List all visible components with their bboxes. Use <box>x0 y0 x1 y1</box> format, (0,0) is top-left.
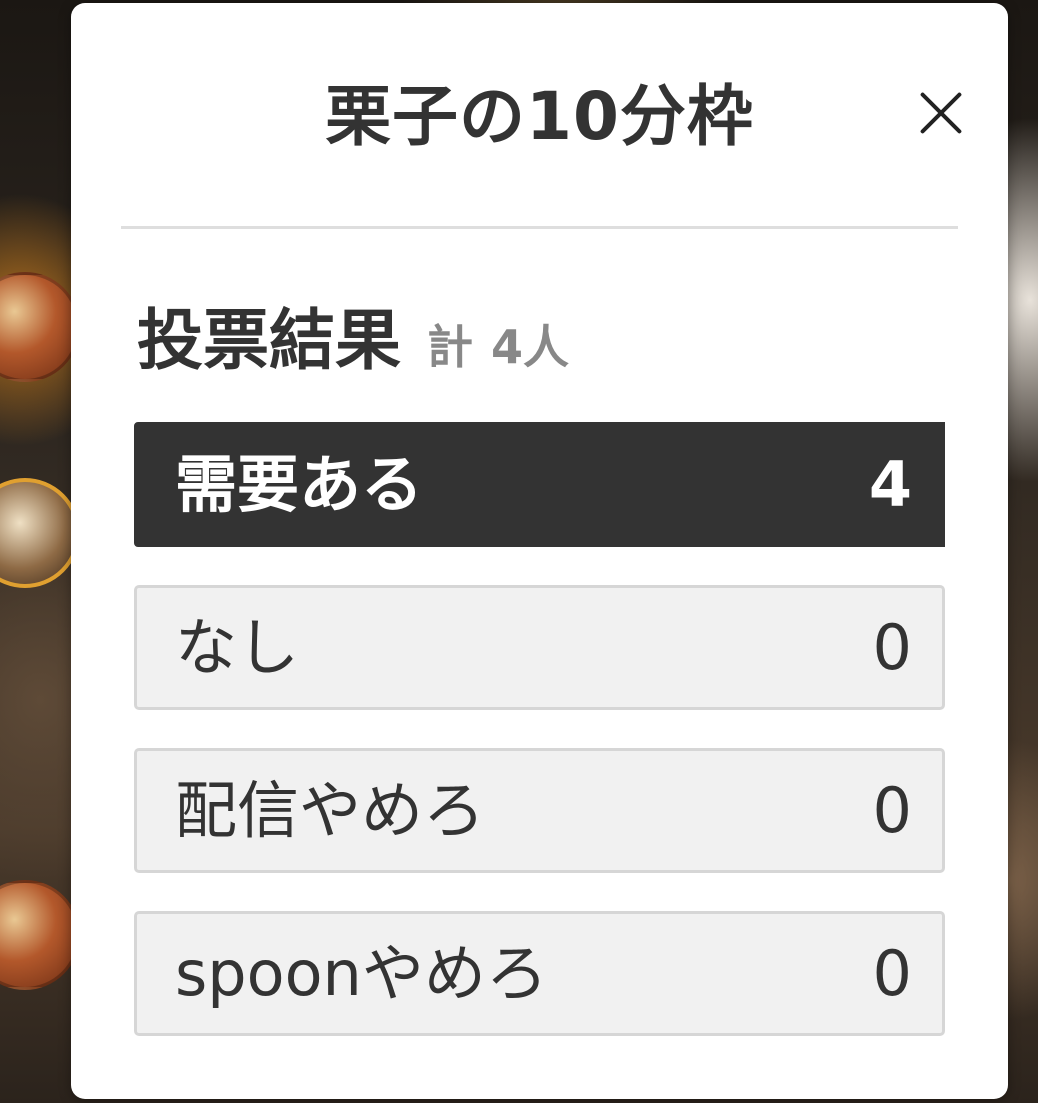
modal-title: 栗子の10分枠 <box>325 78 754 155</box>
close-icon[interactable] <box>909 83 969 143</box>
poll-option-count: 0 <box>872 936 912 1010</box>
listener-avatar <box>0 478 80 588</box>
poll-results-modal: 栗子の10分枠 投票結果 計 4人 需要ある 4 なし 0 配信やめろ 0 sp… <box>71 3 1008 1099</box>
poll-option-label: なし <box>175 610 300 684</box>
poll-option[interactable]: spoonやめろ 0 <box>134 911 945 1036</box>
divider <box>121 226 958 229</box>
listener-avatar <box>0 880 80 990</box>
poll-option-count: 0 <box>872 610 912 684</box>
results-heading: 投票結果 <box>137 302 401 379</box>
poll-option-label: 需要ある <box>175 447 424 521</box>
poll-option-label: 配信やめろ <box>175 773 486 847</box>
listener-avatar <box>0 272 80 382</box>
results-header: 投票結果 計 4人 <box>137 299 569 383</box>
results-total: 計 4人 <box>427 311 569 377</box>
results-total-prefix: 計 <box>427 320 473 374</box>
results-total-count: 4人 <box>491 320 570 374</box>
poll-option[interactable]: なし 0 <box>134 585 945 710</box>
poll-option-count: 0 <box>872 773 912 847</box>
poll-option-label: spoonやめろ <box>175 936 548 1010</box>
poll-option-count: 4 <box>868 447 912 521</box>
poll-option[interactable]: 配信やめろ 0 <box>134 748 945 873</box>
poll-option-winner[interactable]: 需要ある 4 <box>134 422 945 547</box>
poll-options-list: 需要ある 4 なし 0 配信やめろ 0 spoonやめろ 0 <box>134 422 945 1074</box>
